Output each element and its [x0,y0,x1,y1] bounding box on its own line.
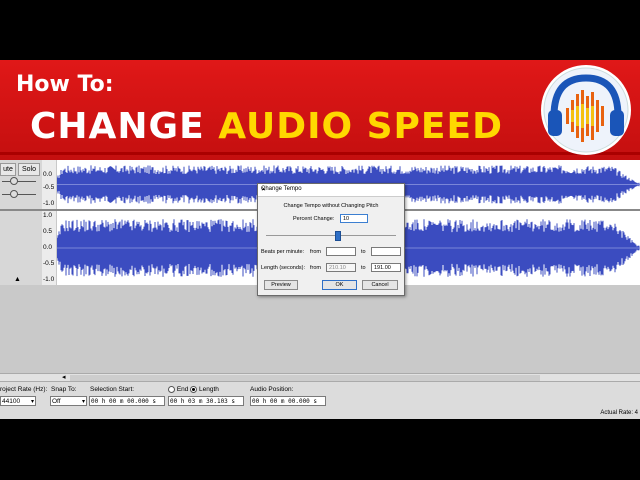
length-from-label: from [310,265,321,271]
chevron-down-icon: ▾ [81,399,85,405]
percent-change-input[interactable]: 10 [340,214,368,223]
length-seconds-label: Length (seconds): [261,265,306,271]
ruler-label: -1.0 [43,200,55,207]
gain-slider-knob[interactable] [10,177,18,185]
pan-slider[interactable] [2,194,36,195]
percent-change-label: Percent Change: [293,216,335,222]
pan-slider-knob[interactable] [10,190,18,198]
bpm-label: Beats per minute: [261,249,305,255]
bpm-to-label: to [361,249,366,255]
headline-white: CHANGE [30,106,219,147]
end-radio-label: End [176,386,189,394]
change-tempo-dialog: Change Tempo ✕ Change Tempo without Chan… [257,183,405,296]
scroll-left-icon[interactable]: ◂ [62,373,66,381]
mute-button[interactable]: ute [0,163,16,176]
audacity-logo-icon [541,65,631,155]
gain-slider[interactable] [2,181,36,182]
top-letterbox [0,0,640,60]
actual-rate: Actual Rate: 4 [600,410,638,416]
percent-change-slider[interactable] [266,235,396,236]
end-length-radios: End Length [168,386,219,393]
how-to-label: How To: [16,72,114,97]
bottom-letterbox [0,419,640,480]
ruler-label: 0.5 [43,228,53,235]
project-rate-label: roject Rate (Hz): [0,386,48,393]
ruler-label: -0.5 [43,260,55,267]
selection-start-label: Selection Start: [90,386,135,393]
amplitude-ruler-bottom: 1.0 0.5 0.0 -0.5 -1.0 [42,211,56,285]
empty-track-area[interactable] [0,285,640,373]
bpm-from-input[interactable] [326,247,356,256]
end-radio[interactable] [168,386,175,393]
audio-position-field[interactable]: 00 h 00 m 00.000 s [250,396,326,406]
length-to-label: to [361,265,366,271]
headline-yellow: AUDIO SPEED [218,106,503,147]
snap-to-value: Off [52,398,61,405]
amplitude-ruler-top: 0.0 -0.5 -1.0 [42,160,56,209]
preview-button[interactable]: Preview [264,280,298,290]
bpm-from-label: from [310,249,321,255]
ruler-label: 1.0 [43,212,53,219]
dialog-heading: Change Tempo without Changing Pitch [283,203,379,209]
length-from-input: 210.10 [326,263,356,272]
selection-length-field[interactable]: 00 h 03 m 30.103 s [168,396,244,406]
ok-button[interactable]: OK [322,280,357,290]
ruler-label: -0.5 [43,184,55,191]
selection-start-field[interactable]: 00 h 00 m 00.000 s [89,396,165,406]
solo-button[interactable]: Solo [18,163,40,176]
status-bar: Actual Rate: 4 [0,410,640,418]
audio-position-label: Audio Position: [250,386,294,393]
dialog-titlebar[interactable]: Change Tempo ✕ [258,184,404,197]
snap-to-label: Snap To: [51,386,77,393]
ruler-label: 0.0 [43,171,53,178]
headline: CHANGE AUDIO SPEED [30,106,503,147]
chevron-down-icon: ▾ [30,399,34,405]
snap-to-select[interactable]: Off ▾ [50,396,87,406]
cancel-button[interactable]: Cancel [362,280,398,290]
ruler-label: 0.0 [43,244,53,251]
track-control-panel: ute Solo ▲ [0,160,43,285]
bpm-to-input[interactable] [371,247,401,256]
project-rate-value: 44100 [2,398,21,405]
length-to-input[interactable]: 191.00 [371,263,401,272]
length-radio[interactable] [190,386,198,393]
length-radio-label: Length [199,386,219,394]
percent-change-slider-thumb[interactable] [334,231,341,241]
close-icon[interactable]: ✕ [261,186,401,193]
ruler-label: -1.0 [43,276,55,283]
project-rate-select[interactable]: 44100 ▾ [0,396,36,406]
collapse-track-icon[interactable]: ▲ [14,276,21,283]
